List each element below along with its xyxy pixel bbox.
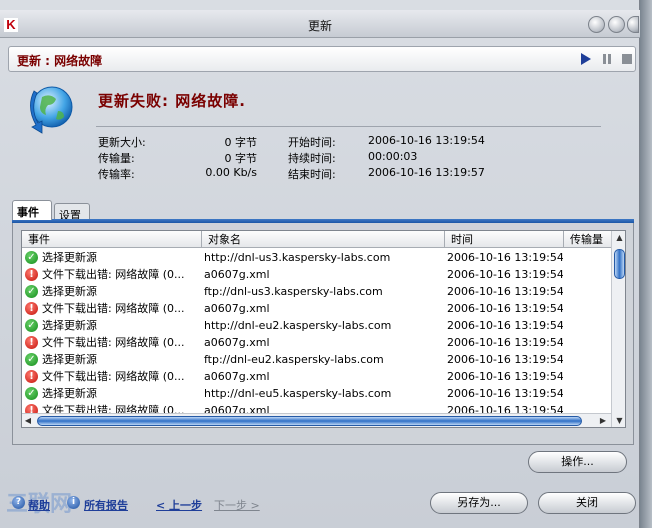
horizontal-scrollbar[interactable]: ◀ ▶ [22, 413, 611, 427]
time-cell: 2006-10-16 13:19:54 [447, 302, 563, 315]
object-name-cell: a0607g.xml [204, 370, 270, 383]
minimize-button[interactable] [588, 16, 605, 33]
scroll-down-icon[interactable]: ▼ [612, 416, 625, 425]
vertical-scrollbar[interactable]: ▲ ▼ [611, 231, 625, 427]
event-cell: 选择更新源 [42, 387, 97, 400]
event-cell: 文件下载出错: 网络故障 (0... [42, 268, 185, 281]
all-reports-link[interactable]: 所有报告 [84, 497, 128, 513]
object-name-cell: a0607g.xml [204, 336, 270, 349]
object-name-cell: http://dnl-eu5.kaspersky-labs.com [204, 387, 392, 400]
event-cell: 选择更新源 [42, 319, 97, 332]
error-icon: ! [25, 370, 38, 383]
close-button[interactable]: 关闭 [538, 492, 636, 514]
desktop-background [640, 0, 652, 528]
success-icon: ✓ [25, 319, 38, 332]
title-bar[interactable]: K 更新 [0, 10, 640, 38]
next-step-link: 下一步 > [214, 499, 260, 512]
pause-icon[interactable] [602, 53, 614, 65]
start-time-value: 2006-10-16 13:19:54 [368, 134, 485, 147]
update-status-message: 更新失败: 网络故障. [98, 92, 246, 110]
events-panel: 事件 对象名 时间 传输量 ✓ 选择更新源 http://dnl-us3.kaspe… [12, 223, 634, 445]
help-link[interactable]: 帮助 [28, 497, 50, 513]
scroll-right-icon[interactable]: ▶ [597, 416, 609, 425]
error-icon: ! [25, 336, 38, 349]
object-name-cell: http://dnl-us3.kaspersky-labs.com [204, 251, 391, 264]
table-row[interactable]: ! 文件下载出错: 网络故障 (0... a0607g.xml 2006-10-16 … [22, 266, 611, 283]
table-row[interactable]: ! 文件下载出错: 网络故障 (0... a0607g.xml 2006-10-16 … [22, 368, 611, 385]
duration-label: 持续时间: [288, 152, 336, 165]
error-icon: ! [25, 268, 38, 281]
event-cell: 选择更新源 [42, 251, 97, 264]
table-row[interactable]: ! 文件下载出错: 网络故障 (0... a0607g.xml 2006-10-16 … [22, 334, 611, 351]
time-cell: 2006-10-16 13:19:54 [447, 370, 563, 383]
tab-settings[interactable]: 设置 [54, 203, 90, 222]
divider [96, 126, 601, 127]
time-cell: 2006-10-16 13:19:54 [447, 268, 563, 281]
transferred-value: 0 字节 [224, 152, 258, 165]
duration-value: 00:00:03 [368, 150, 418, 163]
object-name-cell: http://dnl-eu2.kaspersky-labs.com [204, 319, 392, 332]
column-header-size[interactable]: 传输量 [564, 231, 611, 248]
object-name-cell: a0607g.xml [204, 268, 270, 281]
column-header-time[interactable]: 时间 [445, 231, 564, 248]
update-size-value: 0 字节 [224, 136, 258, 149]
object-name-cell: ftp://dnl-us3.kaspersky-labs.com [204, 285, 383, 298]
object-name-cell: a0607g.xml [204, 302, 270, 315]
maximize-button[interactable] [608, 16, 625, 33]
error-icon: ! [25, 302, 38, 315]
event-cell: 文件下载出错: 网络故障 (0... [42, 302, 185, 315]
table-header: 事件 对象名 时间 传输量 [22, 231, 611, 248]
success-icon: ✓ [25, 285, 38, 298]
save-as-button[interactable]: 另存为... [430, 492, 528, 514]
start-time-label: 开始时间: [288, 136, 336, 149]
time-cell: 2006-10-16 13:19:54 [447, 285, 563, 298]
table-row[interactable]: ! 文件下载出错: 网络故障 (0... a0607g.xml 2006-10-16 … [22, 300, 611, 317]
task-title: 更新 : 网络故障 [17, 54, 103, 68]
column-header-event[interactable]: 事件 [22, 231, 202, 248]
success-icon: ✓ [25, 353, 38, 366]
end-time-value: 2006-10-16 13:19:57 [368, 166, 485, 179]
table-row[interactable]: ✓ 选择更新源 http://dnl-eu5.kaspersky-labs.com 2… [22, 385, 611, 402]
scroll-up-icon[interactable]: ▲ [612, 233, 625, 242]
previous-step-link[interactable]: < 上一步 [156, 497, 202, 513]
event-cell: 文件下载出错: 网络故障 (0... [42, 370, 185, 383]
object-name-cell: ftp://dnl-eu2.kaspersky-labs.com [204, 353, 384, 366]
scroll-left-icon[interactable]: ◀ [22, 416, 34, 425]
time-cell: 2006-10-16 13:19:54 [447, 336, 563, 349]
task-header: 更新 : 网络故障 [8, 46, 636, 72]
horizontal-scroll-thumb[interactable] [37, 416, 582, 426]
tab-events[interactable]: 事件 [12, 200, 52, 220]
help-icon[interactable]: ? [12, 496, 25, 509]
close-window-button[interactable] [627, 16, 639, 33]
event-cell: 文件下载出错: 网络故障 (0... [42, 336, 185, 349]
stop-icon[interactable] [622, 54, 632, 64]
table-row[interactable]: ✓ 选择更新源 ftp://dnl-eu2.kaspersky-labs.com 20… [22, 351, 611, 368]
update-window: K 更新 更新 : 网络故障 更新失败: 网络故障. 更新大小: 0 字节 传输… [0, 0, 640, 528]
transferred-label: 传输量: [98, 152, 135, 165]
table-row[interactable]: ✓ 选择更新源 ftp://dnl-us3.kaspersky-labs.com 20… [22, 283, 611, 300]
table-row[interactable]: ✓ 选择更新源 http://dnl-eu2.kaspersky-labs.com 2… [22, 317, 611, 334]
vertical-scroll-thumb[interactable] [614, 249, 625, 279]
operate-button[interactable]: 操作... [528, 451, 627, 473]
success-icon: ✓ [25, 387, 38, 400]
update-globe-icon [30, 86, 73, 134]
time-cell: 2006-10-16 13:19:54 [447, 387, 563, 400]
column-header-object[interactable]: 对象名 [202, 231, 445, 248]
table-row[interactable]: ✓ 选择更新源 http://dnl-us3.kaspersky-labs.com 2… [22, 249, 611, 266]
time-cell: 2006-10-16 13:19:54 [447, 319, 563, 332]
end-time-label: 结束时间: [288, 168, 336, 181]
event-cell: 选择更新源 [42, 285, 97, 298]
transfer-rate-value: 0.00 Kb/s [205, 166, 257, 179]
events-table[interactable]: 事件 对象名 时间 传输量 ✓ 选择更新源 http://dnl-us3.kaspe… [21, 230, 626, 428]
time-cell: 2006-10-16 13:19:54 [447, 251, 563, 264]
success-icon: ✓ [25, 251, 38, 264]
window-title: 更新 [307, 19, 332, 33]
event-cell: 选择更新源 [42, 353, 97, 366]
play-icon[interactable] [581, 53, 591, 65]
update-size-label: 更新大小: [98, 136, 146, 149]
reports-icon[interactable]: i [67, 496, 80, 509]
transfer-rate-label: 传输率: [98, 168, 135, 181]
time-cell: 2006-10-16 13:19:54 [447, 353, 563, 366]
